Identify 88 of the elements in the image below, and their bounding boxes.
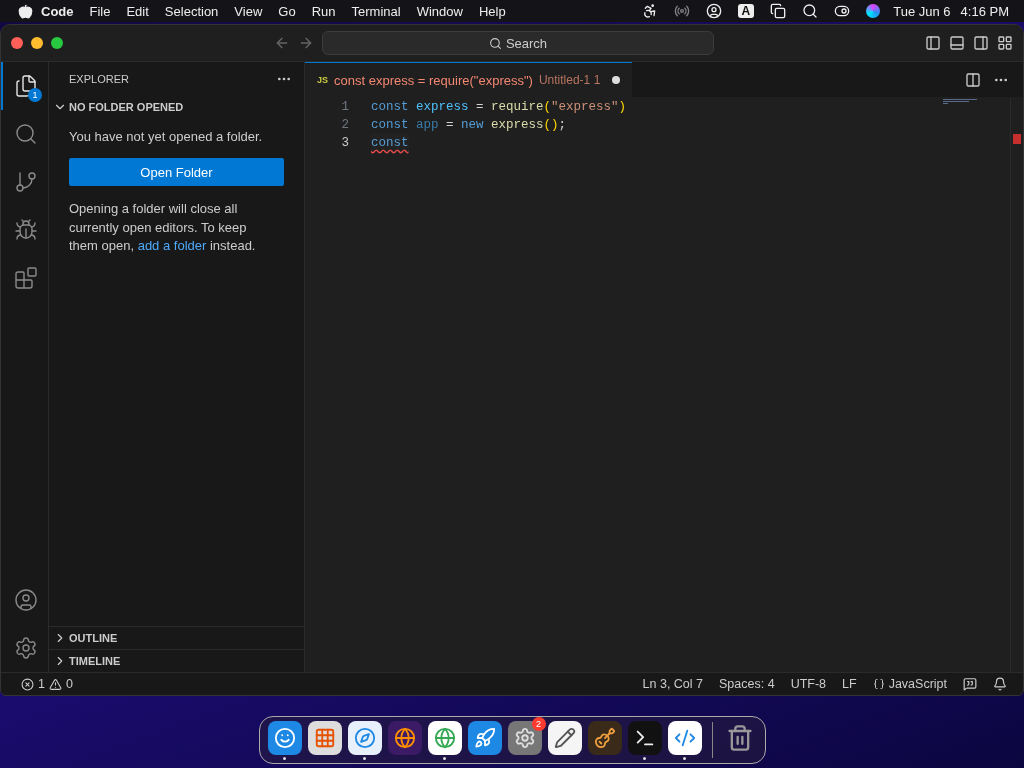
code-line: const app = new express();	[371, 117, 567, 134]
split-editor-icon[interactable]	[965, 71, 981, 88]
error-icon	[21, 677, 34, 691]
dock-app-icon[interactable]	[467, 720, 502, 755]
status-item[interactable]: Ln 3, Col 7	[636, 677, 710, 691]
apple-icon[interactable]	[18, 3, 33, 19]
zoom-button[interactable]	[51, 37, 63, 49]
folder-note: Opening a folder will close all currently open editors. To keep them open, add a folder instead.	[69, 200, 257, 255]
back-icon[interactable]	[274, 35, 290, 51]
dock-app-icon[interactable]	[627, 720, 662, 755]
dock-app-icon[interactable]	[667, 720, 702, 755]
bug-icon	[13, 218, 38, 242]
search-icon[interactable]	[802, 3, 819, 19]
add-folder-link[interactable]: add a folder	[137, 238, 207, 253]
count-badge: 1	[28, 88, 42, 102]
dock-app-icon[interactable]	[347, 720, 382, 755]
layout-icon[interactable]	[997, 35, 1013, 51]
bell-icon[interactable]	[993, 677, 1007, 691]
braces-icon	[872, 678, 885, 690]
dock-app-icon[interactable]	[507, 720, 542, 755]
user-icon[interactable]	[705, 3, 722, 19]
dock-app-icon[interactable]	[547, 720, 582, 755]
minimize-button[interactable]	[31, 37, 43, 49]
section-header[interactable]: OUTLINE	[49, 627, 304, 649]
app-menu[interactable]: Code	[33, 3, 82, 19]
dock-app-icon[interactable]	[427, 720, 462, 755]
error-marker	[1013, 134, 1021, 144]
siri-icon[interactable]	[866, 4, 881, 18]
line-number: 1	[341, 99, 349, 116]
dock-app-icon[interactable]	[587, 720, 622, 755]
line-number: 3	[341, 135, 349, 152]
smiley-icon	[273, 726, 296, 749]
dock-app-icon[interactable]	[387, 720, 422, 755]
toggle-icon[interactable]	[834, 3, 851, 19]
files-icon	[13, 74, 38, 98]
panel-bottom-icon[interactable]	[949, 35, 965, 51]
settings-icon[interactable]	[13, 636, 38, 660]
section-header[interactable]: TIMELINE	[49, 650, 304, 672]
menu-item[interactable]: Go	[270, 3, 304, 19]
panel-left-icon[interactable]	[925, 35, 941, 51]
pencil-icon	[553, 726, 576, 749]
account-icon[interactable]	[13, 588, 38, 612]
status-item[interactable]: LF	[836, 677, 863, 691]
grid-icon	[313, 726, 336, 749]
menu-date[interactable]: Tue Jun 6	[888, 3, 956, 19]
panel-right-icon[interactable]	[973, 35, 989, 51]
sidebar-title: EXPLORER	[69, 73, 129, 85]
branch-icon	[13, 170, 38, 194]
notification-badge: 2	[531, 716, 546, 731]
command-search-field[interactable]: Search	[322, 31, 714, 55]
problems-indicator[interactable]: 1 0	[15, 677, 79, 691]
status-item[interactable]: Spaces: 4	[713, 677, 781, 691]
gear-icon	[513, 726, 536, 749]
dock-app-icon[interactable]	[267, 720, 302, 755]
empty-message: You have not yet opened a folder.	[69, 128, 264, 146]
menu-time[interactable]: 4:16 PM	[955, 3, 1014, 19]
compass-icon	[353, 726, 376, 749]
warning-icon	[48, 677, 62, 691]
open-folder-button[interactable]: Open Folder	[69, 158, 284, 186]
search-icon	[13, 122, 38, 146]
menu-item[interactable]: File	[81, 3, 119, 19]
broadcast-icon[interactable]	[673, 3, 690, 19]
dock-app-icon[interactable]	[307, 720, 342, 755]
accessibility-icon[interactable]	[641, 3, 658, 19]
menu-item[interactable]: Help	[470, 3, 514, 19]
status-item[interactable]: UTF-8	[784, 677, 833, 691]
feedback-icon[interactable]	[963, 677, 977, 691]
section-header[interactable]: NO FOLDER OPENED	[49, 96, 304, 118]
menu-item[interactable]: View	[226, 3, 271, 19]
input-source-indicator[interactable]: A	[737, 4, 755, 18]
menu-item[interactable]: Selection	[156, 3, 227, 19]
windows-icon[interactable]	[770, 3, 787, 19]
menu-item[interactable]: Terminal	[343, 3, 409, 19]
globe-icon	[433, 726, 456, 749]
close-button[interactable]	[11, 37, 23, 49]
menu-item[interactable]: Run	[303, 3, 344, 19]
search-icon	[488, 36, 502, 50]
blocks-icon	[13, 266, 38, 290]
editor-tab[interactable]: JS const express = require("express") Untitled-1 1	[305, 62, 633, 97]
globe-icon	[393, 726, 416, 749]
status-item[interactable]: JavaScript	[866, 677, 953, 691]
guitar-icon	[593, 726, 616, 749]
rocket-icon	[473, 726, 496, 749]
code-line: const express = require("express")	[371, 99, 627, 116]
forward-icon[interactable]	[298, 35, 314, 51]
line-number: 2	[341, 117, 349, 134]
menu-item[interactable]: Window	[408, 3, 471, 19]
menu-item[interactable]: Edit	[118, 3, 157, 19]
